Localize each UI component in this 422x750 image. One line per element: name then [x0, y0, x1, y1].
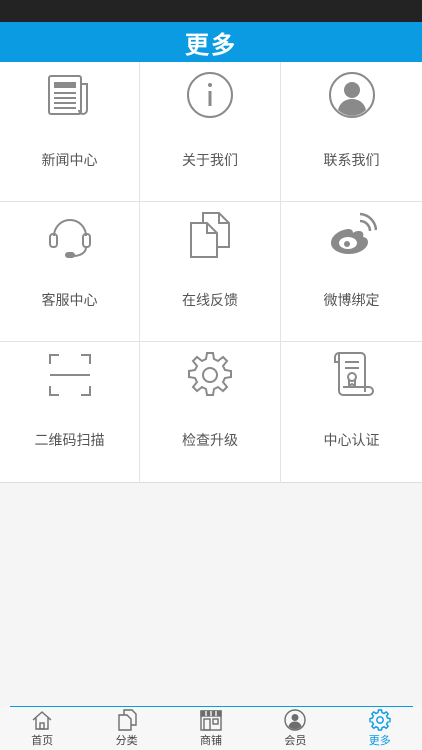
- category-icon: [117, 709, 137, 731]
- tab-home[interactable]: 首页: [0, 709, 84, 750]
- grid-item-label: 新闻中心: [41, 153, 98, 169]
- status-bar: [0, 0, 422, 22]
- weibo-icon: [327, 210, 377, 260]
- feature-grid: 新闻中心 关于我们 联系我们 客服中心 在线反馈 微博绑定 二维码扫描 检查升级…: [0, 62, 422, 483]
- newspaper-icon: [45, 70, 95, 120]
- grid-item-label: 微博绑定: [323, 293, 380, 309]
- scan-frame-icon: [45, 350, 95, 400]
- grid-item-feedback[interactable]: 在线反馈: [140, 202, 281, 342]
- certificate-scroll-icon: [327, 350, 377, 400]
- tab-member[interactable]: 会员: [253, 709, 337, 750]
- tab-label: 首页: [31, 734, 54, 747]
- grid-item-contact[interactable]: 联系我们: [281, 62, 422, 202]
- grid-item-label: 二维码扫描: [34, 433, 105, 449]
- store-icon: [200, 710, 222, 731]
- grid-item-service[interactable]: 客服中心: [0, 202, 140, 342]
- grid-item-certification[interactable]: 中心认证: [281, 342, 422, 483]
- bottom-tab-bar: 首页 分类 商铺 会员 更多: [0, 706, 422, 750]
- grid-item-label: 中心认证: [323, 433, 380, 449]
- documents-icon: [185, 210, 235, 260]
- tab-bar-divider: [10, 706, 413, 707]
- headset-icon: [45, 210, 95, 260]
- grid-item-label: 检查升级: [182, 433, 238, 449]
- grid-item-about[interactable]: 关于我们: [140, 62, 281, 202]
- tab-category[interactable]: 分类: [85, 709, 169, 750]
- contact-person-icon: [327, 70, 377, 120]
- tab-label: 会员: [284, 734, 307, 747]
- grid-item-label: 在线反馈: [182, 293, 238, 309]
- member-icon: [284, 709, 307, 731]
- home-icon: [32, 711, 52, 730]
- gear-icon: [369, 709, 391, 731]
- tab-label: 分类: [115, 734, 138, 747]
- tab-store[interactable]: 商铺: [169, 709, 253, 750]
- grid-item-label: 客服中心: [41, 293, 98, 309]
- grid-item-news[interactable]: 新闻中心: [0, 62, 140, 202]
- page-title: 更多: [185, 30, 237, 59]
- grid-item-label: 联系我们: [323, 153, 380, 169]
- tab-label: 商铺: [199, 734, 222, 747]
- nav-header: 更多: [0, 22, 422, 62]
- tab-more[interactable]: 更多: [338, 709, 422, 750]
- grid-item-scan[interactable]: 二维码扫描: [0, 342, 140, 483]
- grid-item-update[interactable]: 检查升级: [140, 342, 281, 483]
- info-icon: [185, 70, 235, 120]
- grid-item-weibo[interactable]: 微博绑定: [281, 202, 422, 342]
- gear-icon: [185, 350, 235, 400]
- grid-item-label: 关于我们: [182, 153, 238, 169]
- tab-label: 更多: [368, 734, 391, 747]
